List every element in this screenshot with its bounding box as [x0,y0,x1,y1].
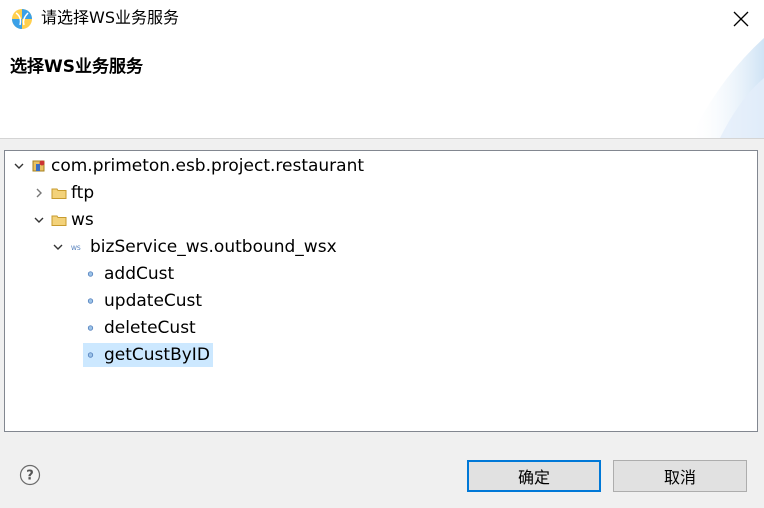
svg-text:?: ? [26,469,34,484]
cancel-button-label: 取消 [663,468,696,487]
window-title: 请选择WS业务服务 [41,8,179,27]
chevron-down-icon[interactable] [11,158,27,174]
tree-node-label: addCust [104,264,175,284]
operation-icon [87,271,94,277]
tree-node-label: com.primeton.esb.project.restaurant [51,156,365,176]
close-icon[interactable] [726,4,756,34]
chevron-right-icon[interactable] [31,185,47,201]
tree-node-service[interactable]: WS bizService_ws.outbound_wsx [50,235,337,259]
tree-node-operation-selected[interactable]: getCustByID [83,343,213,367]
tree-node-label: getCustByID [104,345,210,365]
project-icon [32,160,45,172]
tree-node-operation[interactable]: updateCust [86,289,202,313]
dialog-header: 选择WS业务服务 [0,38,764,138]
ok-button-label: 确定 [517,468,550,487]
tree-node-ws[interactable]: ws [31,208,94,232]
tree-node-root[interactable]: com.primeton.esb.project.restaurant [11,154,364,178]
operation-icon [87,352,94,358]
header-decoration [690,38,764,138]
app-logo-icon [12,9,32,29]
tree-node-label: ftp [71,183,95,203]
cancel-button[interactable]: 取消 [613,460,747,492]
operation-icon [87,325,94,331]
chevron-down-icon[interactable] [50,239,66,255]
tree-node-ftp[interactable]: ftp [31,181,94,205]
ws-service-icon: WS [71,245,81,252]
tree-node-label: bizService_ws.outbound_wsx [90,237,337,257]
tree-node-operation[interactable]: addCust [86,262,174,286]
folder-icon [51,188,67,199]
header-separator [0,138,764,139]
help-icon[interactable]: ? [19,464,41,486]
tree-node-operation[interactable]: deleteCust [86,316,196,340]
tree-node-label: deleteCust [104,318,196,338]
folder-open-icon [51,215,67,226]
tree-node-label: updateCust [104,291,203,311]
chevron-down-icon[interactable] [31,212,47,228]
operation-icon [87,298,94,304]
dialog-heading: 选择WS业务服务 [10,57,143,77]
svg-text:WS: WS [71,245,81,252]
service-tree[interactable]: com.primeton.esb.project.restaurant ftp … [4,150,758,432]
tree-node-label: ws [71,210,94,230]
title-bar: 请选择WS业务服务 [0,0,764,38]
ok-button[interactable]: 确定 [467,460,601,492]
